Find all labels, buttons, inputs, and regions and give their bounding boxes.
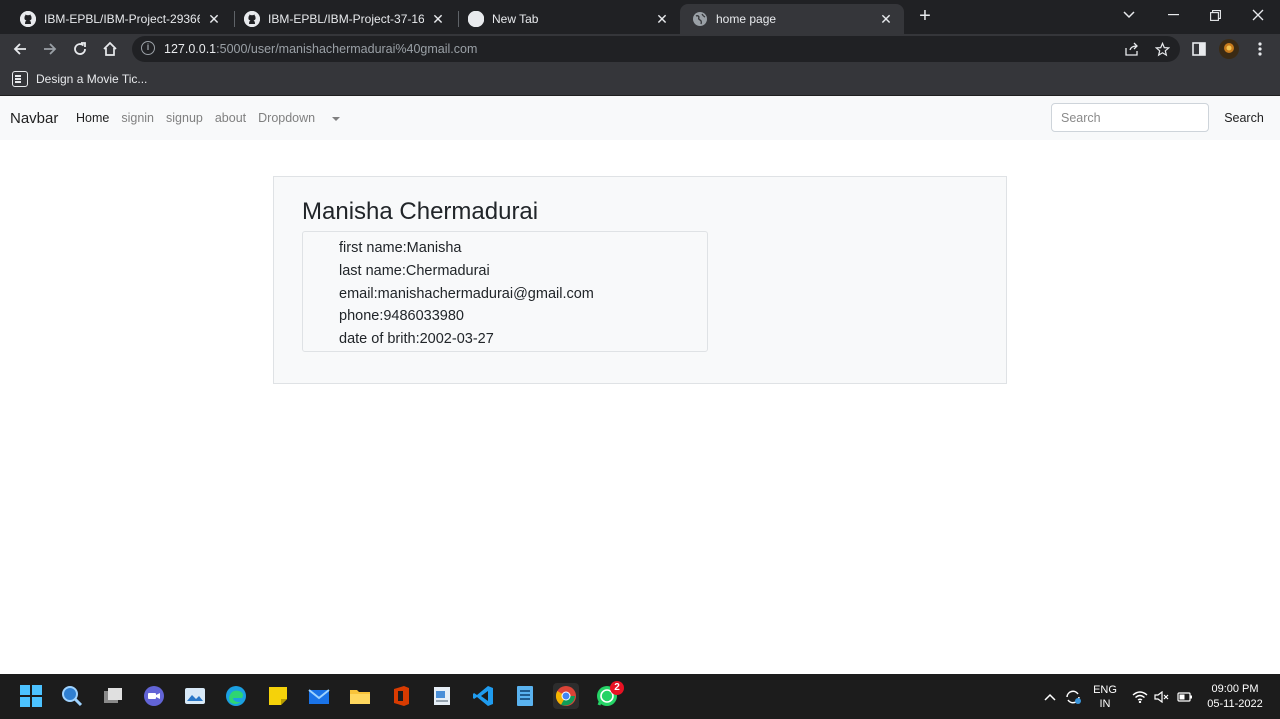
- home-icon[interactable]: [100, 39, 120, 59]
- vscode-icon[interactable]: [470, 683, 496, 709]
- navbar: Navbar Home signin signup about Dropdown…: [0, 96, 1280, 140]
- minimize-icon[interactable]: [1151, 0, 1195, 30]
- bookmark-page-icon: [12, 71, 28, 87]
- forward-icon[interactable]: [40, 39, 60, 59]
- windows-taskbar: ENG IN 09:00 PM 05-11-2022: [0, 674, 1280, 719]
- restore-icon[interactable]: [1193, 0, 1237, 30]
- profile-name: Manisha Chermadurai: [302, 198, 539, 225]
- page-content: Navbar Home signin signup about Dropdown…: [0, 96, 1280, 674]
- address-bar[interactable]: i 127.0.0.1:5000/user/manishachermadurai…: [132, 36, 1180, 62]
- notes-icon[interactable]: [512, 683, 538, 709]
- chrome-icon[interactable]: [553, 683, 579, 709]
- battery-icon[interactable]: [1175, 674, 1195, 719]
- browser-tab-strip: IBM-EPBL/IBM-Project-29366-16 ✕ IBM-EPBL…: [0, 0, 1280, 34]
- photos-icon[interactable]: [182, 683, 208, 709]
- wifi-icon[interactable]: [1130, 674, 1150, 719]
- site-info-icon[interactable]: i: [141, 41, 155, 55]
- navbar-brand[interactable]: Navbar: [10, 110, 58, 127]
- new-tab-icon[interactable]: +: [915, 6, 935, 26]
- show-hidden-icons-icon[interactable]: [1040, 674, 1060, 719]
- volume-muted-icon[interactable]: [1152, 674, 1172, 719]
- profile-avatar[interactable]: [1219, 39, 1239, 59]
- globe-icon: [692, 11, 708, 27]
- tab-search-icon[interactable]: [1107, 0, 1151, 30]
- windows-start-icon[interactable]: [18, 683, 44, 709]
- nav-dropdown[interactable]: Dropdown: [258, 111, 352, 125]
- bookmarks-bar: Design a Movie Tic...: [0, 64, 1280, 96]
- bookmark-star-icon[interactable]: [1152, 39, 1172, 59]
- teams-chat-icon[interactable]: [141, 683, 167, 709]
- detail-date-of-birth: date of brith:2002-03-27: [339, 331, 494, 348]
- close-tab-icon[interactable]: ✕: [430, 11, 446, 27]
- nav-link-home[interactable]: Home: [76, 111, 109, 125]
- tab-title: IBM-EPBL/IBM-Project-29366-16: [44, 12, 200, 26]
- whatsapp-notification-badge: 2: [610, 681, 624, 695]
- github-icon: [20, 11, 36, 27]
- clock-time: 09:00 PM: [1211, 683, 1259, 695]
- notepad-icon[interactable]: [429, 683, 455, 709]
- office-icon[interactable]: [388, 683, 414, 709]
- chrome-icon: [468, 11, 484, 27]
- nav-links: Home signin signup about Dropdown: [76, 111, 364, 125]
- tab-title: home page: [716, 12, 777, 26]
- profile-details: first name:Manisha last name:Chermadurai…: [302, 231, 708, 352]
- tab-title: New Tab: [492, 12, 539, 26]
- url-text: 127.0.0.1:5000/user/manishachermadurai%4…: [164, 42, 478, 56]
- menu-icon[interactable]: [1250, 39, 1270, 59]
- browser-tab-active[interactable]: home page ✕: [680, 4, 904, 34]
- close-tab-icon[interactable]: ✕: [878, 11, 894, 27]
- onedrive-sync-icon[interactable]: [1062, 674, 1084, 719]
- close-tab-icon[interactable]: ✕: [654, 11, 670, 27]
- github-icon: [244, 11, 260, 27]
- mail-icon[interactable]: [306, 683, 332, 709]
- edge-icon[interactable]: [223, 683, 249, 709]
- nav-link-signin[interactable]: signin: [121, 111, 154, 125]
- profile-card: Manisha Chermadurai first name:Manisha l…: [273, 176, 1007, 384]
- detail-first-name: first name:Manisha: [339, 240, 462, 256]
- back-icon[interactable]: [10, 39, 30, 59]
- task-view-icon[interactable]: [100, 683, 126, 709]
- browser-tab[interactable]: IBM-EPBL/IBM-Project-29366-16 ✕: [8, 4, 232, 34]
- detail-email: email:manishachermadurai@gmail.com: [339, 285, 594, 302]
- language-text: ENG: [1093, 684, 1117, 696]
- bookmark-item[interactable]: Design a Movie Tic...: [12, 71, 147, 87]
- file-explorer-icon[interactable]: [347, 683, 373, 709]
- nav-link-about[interactable]: about: [215, 111, 246, 125]
- tab-title: IBM-EPBL/IBM-Project-37-16659: [268, 12, 424, 26]
- clock[interactable]: 09:00 PM 05-11-2022: [1200, 682, 1270, 712]
- browser-toolbar: i 127.0.0.1:5000/user/manishachermadurai…: [0, 34, 1280, 64]
- detail-last-name: last name:Chermadurai: [339, 262, 490, 279]
- browser-tab[interactable]: IBM-EPBL/IBM-Project-37-16659 ✕: [232, 4, 456, 34]
- side-panel-icon[interactable]: [1189, 39, 1209, 59]
- share-icon[interactable]: [1122, 39, 1142, 59]
- region-text: IN: [1099, 698, 1111, 710]
- close-window-icon[interactable]: [1236, 0, 1280, 30]
- sticky-notes-icon[interactable]: [265, 683, 291, 709]
- caret-down-icon: [332, 116, 341, 121]
- browser-tab[interactable]: New Tab ✕: [456, 4, 680, 34]
- detail-phone: phone:9486033980: [339, 308, 464, 325]
- search-input[interactable]: [1051, 103, 1209, 132]
- reload-icon[interactable]: [70, 39, 90, 59]
- nav-link-signup[interactable]: signup: [166, 111, 203, 125]
- close-tab-icon[interactable]: ✕: [206, 11, 222, 27]
- bookmark-label: Design a Movie Tic...: [36, 72, 148, 86]
- search-icon[interactable]: [59, 683, 85, 709]
- nav-dropdown-label: Dropdown: [258, 111, 316, 125]
- language-indicator[interactable]: ENG IN: [1090, 683, 1120, 711]
- search-button[interactable]: Search: [1218, 103, 1270, 132]
- details-list: first name:Manisha last name:Chermadurai…: [339, 238, 594, 352]
- clock-date: 05-11-2022: [1207, 698, 1263, 710]
